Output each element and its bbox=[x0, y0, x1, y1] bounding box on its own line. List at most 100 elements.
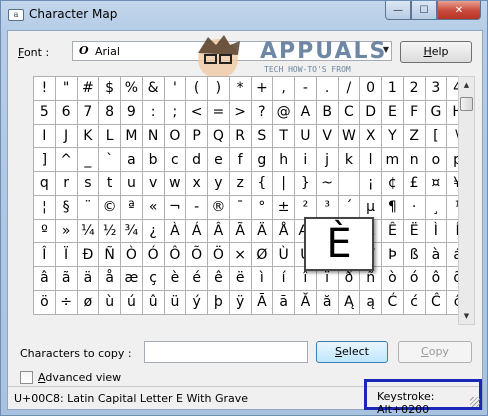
char-cell[interactable]: ò bbox=[382, 267, 404, 291]
help-button[interactable]: Help bbox=[400, 41, 472, 63]
copy-button[interactable]: Copy bbox=[398, 341, 472, 363]
char-cell[interactable]: ý bbox=[186, 290, 208, 315]
char-cell[interactable]: E bbox=[382, 100, 404, 125]
char-cell[interactable]: Ñ bbox=[99, 243, 121, 267]
char-cell[interactable]: Ã bbox=[229, 219, 252, 244]
char-cell[interactable]: t bbox=[99, 172, 121, 196]
char-cell[interactable]: ¾ bbox=[121, 219, 143, 244]
char-cell[interactable]: ¨ bbox=[77, 195, 100, 220]
char-cell[interactable]: ê bbox=[208, 267, 230, 291]
char-cell[interactable] bbox=[338, 172, 361, 196]
char-cell[interactable]: K bbox=[77, 124, 100, 149]
close-button[interactable]: ✕ bbox=[437, 1, 481, 20]
char-cell[interactable]: ā bbox=[273, 290, 295, 315]
char-cell[interactable]: ÷ bbox=[55, 290, 78, 315]
font-dropdown[interactable]: O Arial ▼ bbox=[72, 41, 392, 61]
char-cell[interactable]: ó bbox=[403, 267, 426, 291]
char-cell[interactable]: 8 bbox=[99, 100, 121, 125]
char-cell[interactable]: í bbox=[273, 267, 295, 291]
char-cell[interactable]: º bbox=[34, 219, 56, 244]
char-cell[interactable]: ¿ bbox=[142, 219, 165, 244]
char-cell[interactable]: [ bbox=[425, 124, 448, 149]
char-cell[interactable]: ; bbox=[164, 100, 187, 125]
char-cell[interactable]: å bbox=[99, 267, 121, 291]
char-cell[interactable]: < bbox=[186, 100, 208, 125]
char-cell[interactable]: L bbox=[99, 124, 121, 149]
char-cell[interactable]: à bbox=[425, 243, 448, 267]
char-cell[interactable]: * bbox=[229, 77, 252, 101]
char-cell[interactable]: S bbox=[251, 124, 274, 149]
char-cell[interactable]: â bbox=[34, 267, 56, 291]
char-cell[interactable]: Ö bbox=[208, 243, 230, 267]
char-cell[interactable]: ć bbox=[403, 290, 426, 315]
char-cell[interactable]: ß bbox=[403, 243, 426, 267]
char-cell[interactable]: Å bbox=[273, 219, 295, 244]
char-cell[interactable]: 6 bbox=[55, 100, 78, 125]
char-cell[interactable]: ( bbox=[186, 77, 208, 101]
char-cell[interactable]: 5 bbox=[34, 100, 56, 125]
char-cell[interactable]: ö bbox=[34, 290, 56, 315]
resize-grip-icon[interactable] bbox=[470, 397, 480, 407]
char-cell[interactable]: ã bbox=[55, 267, 78, 291]
char-cell[interactable]: Ð bbox=[77, 243, 100, 267]
char-cell[interactable]: é bbox=[186, 267, 208, 291]
char-cell[interactable]: ² bbox=[295, 195, 317, 220]
char-cell[interactable]: _ bbox=[77, 148, 100, 172]
char-cell[interactable]: Î bbox=[34, 243, 56, 267]
char-cell[interactable]: T bbox=[273, 124, 295, 149]
char-cell[interactable]: } bbox=[295, 172, 317, 196]
char-cell[interactable]: þ bbox=[208, 290, 230, 315]
char-cell[interactable]: ¢ bbox=[382, 172, 404, 196]
char-cell[interactable]: ± bbox=[273, 195, 295, 220]
char-cell[interactable]: ¡ bbox=[360, 172, 382, 196]
char-cell[interactable]: ç bbox=[142, 267, 165, 291]
char-cell[interactable]: ` bbox=[99, 148, 121, 172]
maximize-button[interactable]: ☐ bbox=[411, 1, 437, 20]
title-bar[interactable]: a Character Map — ☐ ✕ bbox=[1, 1, 487, 29]
char-cell[interactable]: B bbox=[316, 100, 339, 125]
char-cell[interactable]: m bbox=[382, 148, 404, 172]
char-cell[interactable]: # bbox=[77, 77, 100, 101]
char-cell[interactable]: Ć bbox=[382, 290, 404, 315]
char-cell[interactable]: ª bbox=[121, 195, 143, 220]
char-cell[interactable]: & bbox=[142, 77, 165, 101]
char-cell[interactable]: ¤ bbox=[425, 172, 448, 196]
char-cell[interactable]: = bbox=[208, 100, 230, 125]
char-cell[interactable]: x bbox=[186, 172, 208, 196]
advanced-view-checkbox[interactable] bbox=[20, 371, 33, 384]
char-cell[interactable]: c bbox=[164, 148, 187, 172]
char-cell[interactable]: 0 bbox=[360, 77, 382, 101]
char-cell[interactable]: À bbox=[164, 219, 187, 244]
char-cell[interactable]: ½ bbox=[99, 219, 121, 244]
char-cell[interactable]: Ø bbox=[251, 243, 274, 267]
char-cell[interactable]: G bbox=[425, 100, 448, 125]
char-cell[interactable]: § bbox=[55, 195, 78, 220]
char-cell[interactable]: r bbox=[55, 172, 78, 196]
char-cell[interactable]: > bbox=[229, 100, 252, 125]
char-cell[interactable]: / bbox=[338, 77, 361, 101]
minimize-button[interactable]: — bbox=[385, 1, 411, 20]
char-cell[interactable]: ° bbox=[251, 195, 274, 220]
char-cell[interactable]: µ bbox=[360, 195, 382, 220]
char-cell[interactable]: ú bbox=[121, 290, 143, 315]
char-cell[interactable]: Q bbox=[208, 124, 230, 149]
char-cell[interactable]: 7 bbox=[77, 100, 100, 125]
char-cell[interactable]: Ā bbox=[251, 290, 274, 315]
char-cell[interactable]: 2 bbox=[403, 77, 426, 101]
char-cell[interactable]: n bbox=[403, 148, 426, 172]
char-cell[interactable]: h bbox=[273, 148, 295, 172]
advanced-view-option[interactable]: Advanced view bbox=[20, 371, 121, 384]
char-cell[interactable]: 9 bbox=[121, 100, 143, 125]
char-cell[interactable]: : bbox=[142, 100, 165, 125]
char-cell[interactable]: f bbox=[229, 148, 252, 172]
scroll-up-icon[interactable]: ▲ bbox=[459, 77, 474, 93]
char-cell[interactable]: ¦ bbox=[34, 195, 56, 220]
char-cell[interactable]: Ô bbox=[164, 243, 187, 267]
char-cell[interactable]: - bbox=[186, 195, 208, 220]
char-cell[interactable]: C bbox=[338, 100, 361, 125]
char-cell[interactable]: Ą bbox=[338, 290, 361, 315]
char-cell[interactable]: b bbox=[142, 148, 165, 172]
char-cell[interactable]: " bbox=[55, 77, 78, 101]
char-cell[interactable]: a bbox=[121, 148, 143, 172]
char-cell[interactable]: ~ bbox=[316, 172, 339, 196]
